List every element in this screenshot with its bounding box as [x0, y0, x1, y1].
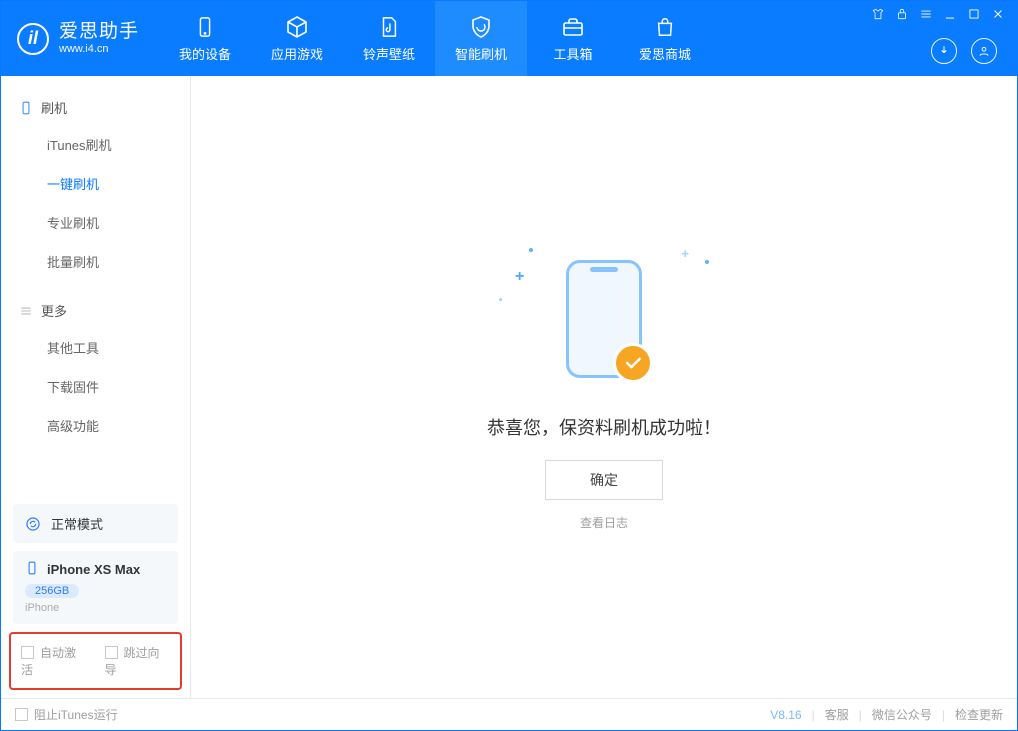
header: il 爱思助手 www.i4.cn 我的设备 应用游戏 [1, 1, 1017, 76]
sidebar-group-title: 刷机 [41, 98, 67, 117]
toolbox-icon [560, 14, 586, 40]
view-log-link[interactable]: 查看日志 [580, 514, 628, 531]
footer-wechat[interactable]: 微信公众号 [872, 706, 932, 723]
footer-check-update[interactable]: 检查更新 [955, 706, 1003, 723]
profile-icon[interactable] [971, 38, 997, 64]
mode-box[interactable]: 正常模式 [13, 504, 178, 543]
mode-label: 正常模式 [51, 514, 103, 533]
shield-refresh-icon [468, 14, 494, 40]
ok-button[interactable]: 确定 [545, 460, 663, 500]
checkbox-icon [105, 646, 118, 659]
sidebar-item-other-tools[interactable]: 其他工具 [1, 328, 190, 367]
sidebar-group-flash: 刷机 [1, 90, 190, 125]
sidebar-item-pro-flash[interactable]: 专业刷机 [1, 203, 190, 242]
plus-icon: + [681, 246, 689, 261]
plus-icon: + [515, 268, 524, 286]
phone-illustration [566, 260, 642, 378]
cube-icon [284, 14, 310, 40]
lock-icon[interactable] [895, 7, 909, 21]
tab-ringtone-wallpaper[interactable]: 铃声壁纸 [343, 1, 435, 76]
version-label: V8.16 [770, 708, 801, 722]
tab-smart-flash[interactable]: 智能刷机 [435, 1, 527, 76]
maximize-icon[interactable] [967, 7, 981, 21]
app-window: il 爱思助手 www.i4.cn 我的设备 应用游戏 [0, 0, 1018, 731]
spark-icon [529, 248, 533, 252]
header-right [871, 1, 1017, 76]
tab-store[interactable]: 爱思商城 [619, 1, 711, 76]
device-icon [192, 14, 218, 40]
tab-label: 我的设备 [179, 44, 231, 63]
sidebar-bottom: 正常模式 iPhone XS Max 256GB iPhone 自动激活 跳过向… [1, 496, 190, 698]
tab-label: 工具箱 [554, 44, 593, 63]
tab-apps-games[interactable]: 应用游戏 [251, 1, 343, 76]
list-icon [19, 304, 33, 318]
check-badge-icon [613, 343, 653, 383]
success-message: 恭喜您，保资料刷机成功啦！ [487, 414, 721, 440]
sidebar-item-oneclick-flash[interactable]: 一键刷机 [1, 164, 190, 203]
window-controls [871, 1, 1017, 21]
opt-auto-activate[interactable]: 自动激活 [21, 644, 87, 678]
device-type: iPhone [25, 602, 166, 614]
success-illustration: + + [529, 244, 679, 394]
sidebar-item-itunes-flash[interactable]: iTunes刷机 [1, 125, 190, 164]
device-box[interactable]: iPhone XS Max 256GB iPhone [13, 551, 178, 624]
device-name: iPhone XS Max [47, 562, 140, 577]
sidebar-item-batch-flash[interactable]: 批量刷机 [1, 242, 190, 281]
device-storage-badge: 256GB [25, 584, 79, 598]
sidebar-group-title: 更多 [41, 301, 67, 320]
bag-icon [652, 14, 678, 40]
app-site: www.i4.cn [59, 43, 139, 56]
minimize-icon[interactable] [943, 7, 957, 21]
sidebar: 刷机 iTunes刷机 一键刷机 专业刷机 批量刷机 更多 其他工具 下载固件 … [1, 76, 191, 698]
tab-label: 爱思商城 [639, 44, 691, 63]
opt-skip-guide[interactable]: 跳过向导 [105, 644, 171, 678]
checkbox-icon [21, 646, 34, 659]
options-box: 自动激活 跳过向导 [9, 632, 182, 690]
tab-label: 铃声壁纸 [363, 44, 415, 63]
checkbox-icon [15, 708, 28, 721]
main-tabs: 我的设备 应用游戏 铃声壁纸 智能刷机 [159, 1, 711, 76]
tab-label: 智能刷机 [455, 44, 507, 63]
tab-toolbox[interactable]: 工具箱 [527, 1, 619, 76]
download-icon[interactable] [931, 38, 957, 64]
tab-label: 应用游戏 [271, 44, 323, 63]
sidebar-item-advanced[interactable]: 高级功能 [1, 406, 190, 445]
tab-my-device[interactable]: 我的设备 [159, 1, 251, 76]
sync-icon [25, 516, 41, 532]
sidebar-group-more: 更多 [1, 293, 190, 328]
sidebar-item-download-firmware[interactable]: 下载固件 [1, 367, 190, 406]
music-file-icon [376, 14, 402, 40]
phone-small-icon [25, 561, 39, 578]
user-controls [931, 28, 1017, 64]
opt-block-itunes[interactable]: 阻止iTunes运行 [15, 706, 118, 723]
body: 刷机 iTunes刷机 一键刷机 专业刷机 批量刷机 更多 其他工具 下载固件 … [1, 76, 1017, 698]
logo: il 爱思助手 www.i4.cn [1, 1, 159, 76]
spark-icon [499, 298, 502, 301]
footer-support[interactable]: 客服 [825, 706, 849, 723]
footer: 阻止iTunes运行 V8.16 | 客服 | 微信公众号 | 检查更新 [1, 698, 1017, 730]
phone-icon [19, 101, 33, 115]
app-name: 爱思助手 [59, 21, 139, 44]
close-icon[interactable] [991, 7, 1005, 21]
logo-icon: il [17, 23, 49, 55]
spark-icon [705, 260, 709, 264]
menu-icon[interactable] [919, 7, 933, 21]
main-panel: + + 恭喜您，保资料刷机成功啦！ 确定 查看日志 [191, 76, 1017, 698]
tshirt-icon[interactable] [871, 7, 885, 21]
